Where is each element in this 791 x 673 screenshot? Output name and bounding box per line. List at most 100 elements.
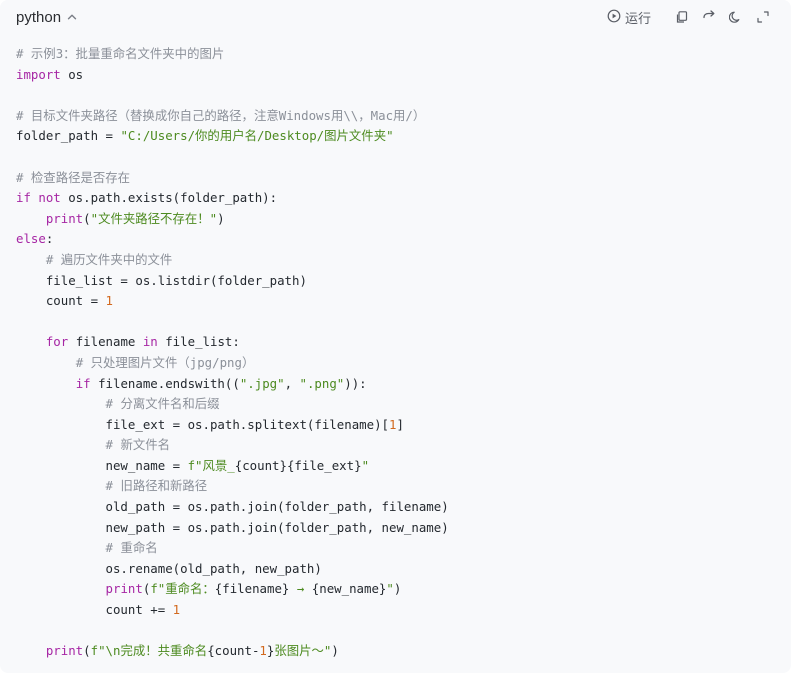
code-token: " [361, 457, 370, 473]
code-token: count = [16, 293, 106, 309]
code-token: # 新文件名 [105, 437, 171, 453]
language-selector[interactable]: python [16, 9, 78, 26]
code-line: else: [16, 229, 775, 250]
code-token: f"风景_ [187, 457, 235, 473]
code-token: {new_name} [311, 581, 387, 597]
code-line: # 遍历文件夹中的文件 [16, 250, 775, 271]
code-text[interactable]: # 示例3：批量重命名文件夹中的图片 import os # 目标文件夹路径（替换成… [16, 44, 775, 662]
expand-icon [756, 10, 770, 24]
run-label: 运行 [624, 10, 651, 26]
wrap-button[interactable] [697, 5, 721, 29]
code-token: filename.endswith(( [90, 375, 240, 391]
code-token: , [284, 375, 300, 391]
code-token: → [289, 581, 312, 597]
code-token: {count}{file_ext} [234, 457, 362, 473]
code-token: ".png" [299, 375, 345, 391]
moon-icon [729, 10, 743, 24]
language-label: python [16, 8, 62, 26]
code-line: old_path = os.path.join(folder_path, fil… [16, 497, 775, 518]
code-token: os [60, 66, 84, 82]
code-token: count += [16, 602, 173, 618]
code-token: ] [396, 416, 404, 432]
code-token: {filename} [214, 581, 290, 597]
code-token: "文件夹路径不存在！" [90, 210, 218, 226]
code-token: if not [16, 190, 61, 206]
theme-button[interactable] [724, 5, 748, 29]
code-token: ) [217, 210, 225, 226]
code-token: old_path = os.path.join(folder_path, fil… [16, 499, 449, 515]
code-token: in [142, 334, 158, 350]
code-token: import [16, 66, 61, 82]
code-line: count += 1 [16, 600, 775, 621]
code-token: # 目标文件夹路径（替换成你自己的路径，注意Windows用\\，Mac用/） [16, 107, 426, 123]
run-button[interactable]: 运行 [607, 8, 651, 27]
code-token: ) [393, 581, 402, 597]
code-token: 1 [172, 602, 181, 618]
code-token: # 分离文件名和后缀 [105, 396, 220, 412]
code-line: # 检查路径是否存在 [16, 168, 775, 189]
code-line: # 示例3：批量重命名文件夹中的图片 [16, 44, 775, 65]
expand-button[interactable] [751, 5, 775, 29]
code-line: os.rename(old_path, new_path) [16, 559, 775, 580]
code-header: python 运行 [0, 0, 791, 34]
code-body[interactable]: # 示例3：批量重命名文件夹中的图片 import os # 目标文件夹路径（替换成… [0, 34, 791, 662]
code-line: folder_path = "C:/Users/你的用户名/Desktop/图片… [16, 126, 775, 147]
code-line: print(f"\n完成！共重命名{count-1}张图片～") [16, 641, 775, 662]
code-token: filename [68, 334, 143, 350]
code-token: new_name = [16, 457, 188, 473]
code-token: folder_path = [16, 128, 121, 144]
wrap-arrow-icon [702, 10, 716, 24]
code-token: # 检查路径是否存在 [16, 169, 131, 185]
code-token: ( [83, 643, 91, 659]
code-token: # 遍历文件夹中的文件 [45, 251, 173, 267]
code-line: count = 1 [16, 291, 775, 312]
code-token: : [45, 231, 54, 247]
code-token: 1 [259, 643, 267, 659]
code-token: for [45, 334, 69, 350]
code-token: # 只处理图片文件（jpg/png） [75, 354, 255, 370]
code-line: for filename in file_list: [16, 332, 775, 353]
code-token: print [45, 643, 84, 659]
code-token: ( [83, 210, 91, 226]
code-line: if not os.path.exists(folder_path): [16, 188, 775, 209]
code-line: # 分离文件名和后缀 [16, 394, 775, 415]
code-line: if filename.endswith((".jpg", ".png")): [16, 374, 775, 395]
code-line: print("文件夹路径不存在！") [16, 209, 775, 230]
code-line: # 重命名 [16, 538, 775, 559]
play-circle-icon [607, 9, 621, 26]
code-line: # 旧路径和新路径 [16, 476, 775, 497]
code-line: # 目标文件夹路径（替换成你自己的路径，注意Windows用\\，Mac用/） [16, 106, 775, 127]
code-token: "C:/Users/你的用户名/Desktop/图片文件夹" [120, 128, 394, 144]
code-block: python 运行 # 示例3：批量重命名文件夹中的图片 import os #… [0, 0, 791, 673]
copy-button[interactable] [670, 5, 694, 29]
code-token: f"重命名： [150, 581, 215, 597]
code-token: file_ext = os.path.splitext(filename)[ [16, 416, 389, 432]
code-token: ".jpg" [239, 375, 285, 391]
code-token: " [386, 581, 394, 597]
code-token: # 重命名 [105, 540, 158, 556]
code-token: if [75, 375, 91, 391]
chevron-up-icon [66, 11, 78, 23]
copy-icon [675, 10, 689, 24]
code-line: print(f"重命名：{filename} → {new_name}") [16, 579, 775, 600]
code-token: print [45, 210, 84, 226]
code-token: 1 [105, 293, 113, 309]
code-line: # 只处理图片文件（jpg/png） [16, 353, 775, 374]
code-token: {count- [207, 643, 260, 659]
code-token: ) [331, 643, 339, 659]
code-token: # 旧路径和新路径 [105, 478, 208, 494]
code-line: # 新文件名 [16, 435, 775, 456]
code-token: file_list: [157, 334, 240, 350]
